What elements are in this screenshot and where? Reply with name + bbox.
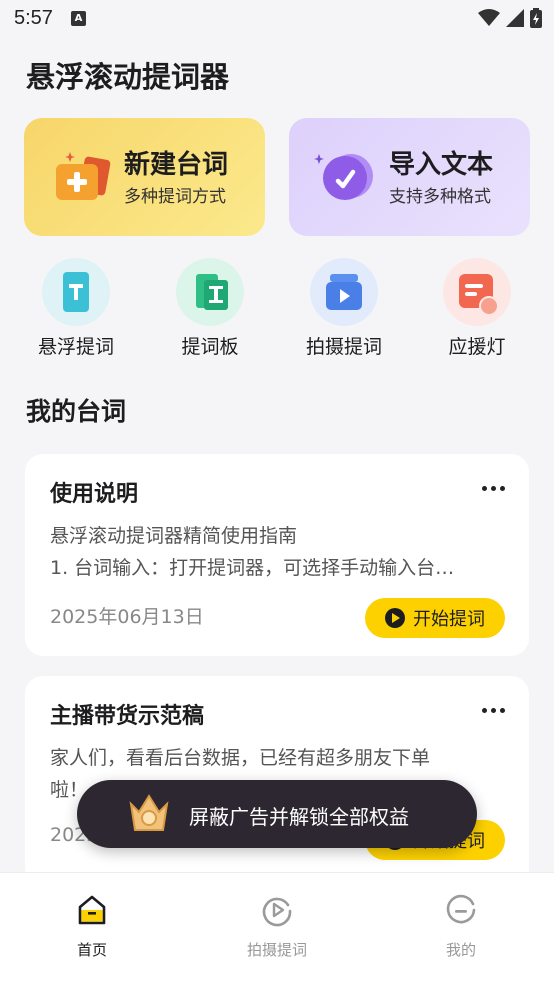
- play-circle-icon: [262, 897, 292, 927]
- script-card[interactable]: 使用说明 悬浮滚动提词器精简使用指南 1. 台词输入：打开提词器，可选择手动输入…: [25, 454, 529, 656]
- status-bar: 5:57 A: [0, 0, 554, 36]
- script-preview-line: 悬浮滚动提词器精简使用指南: [50, 525, 298, 547]
- quick-camera-prompt[interactable]: 拍摄提词: [289, 258, 399, 359]
- quick-floating-prompt[interactable]: 悬浮提词: [21, 258, 131, 359]
- page-title: 悬浮滚动提词器: [26, 60, 230, 94]
- battery-icon: [530, 8, 542, 28]
- import-check-icon: [314, 154, 373, 200]
- floating-text-icon: [42, 258, 110, 326]
- notification-a-icon: A: [70, 10, 86, 26]
- section-title-my-scripts: 我的台词: [26, 397, 127, 426]
- start-prompt-label: 开始提词: [413, 609, 485, 630]
- quick-prompt-board[interactable]: 提词板: [155, 258, 265, 359]
- tab-home[interactable]: 首页: [32, 893, 152, 960]
- quick-cheer-light[interactable]: 应援灯: [422, 258, 532, 359]
- script-preview: 悬浮滚动提词器精简使用指南 1. 台词输入：打开提词器，可选择手动输入台…: [50, 520, 502, 584]
- bottom-tab-bar: 首页 拍摄提词 我的: [0, 872, 554, 984]
- prompt-board-icon: [176, 258, 244, 326]
- status-indicators: [478, 8, 542, 28]
- quick-prompt-board-label: 提词板: [181, 336, 239, 358]
- script-title: 使用说明: [50, 482, 139, 507]
- plus-icon: [56, 152, 111, 200]
- tab-profile[interactable]: 我的: [401, 893, 521, 960]
- status-time: 5:57: [14, 6, 53, 29]
- tab-camera-prompt[interactable]: 拍摄提词: [217, 893, 337, 960]
- new-script-subtitle: 多种提词方式: [124, 187, 226, 207]
- script-preview-line: 1. 台词输入：打开提词器，可选择手动输入台…: [50, 557, 455, 579]
- tab-home-label: 首页: [76, 941, 107, 959]
- home-icon: [78, 895, 106, 925]
- remove-ads-banner[interactable]: 屏蔽广告并解锁全部权益: [77, 780, 477, 848]
- quick-floating-prompt-label: 悬浮提词: [37, 336, 114, 358]
- import-text-title: 导入文本: [389, 150, 494, 180]
- new-script-card[interactable]: 新建台词 多种提词方式: [24, 118, 265, 236]
- wifi-icon: [478, 9, 500, 26]
- import-text-card[interactable]: 导入文本 支持多种格式: [289, 118, 530, 236]
- quick-actions: 悬浮提词 提词板 拍摄提词 应援灯: [0, 258, 554, 358]
- quick-camera-prompt-label: 拍摄提词: [305, 336, 382, 358]
- tab-profile-label: 我的: [445, 941, 476, 959]
- tab-camera-prompt-label: 拍摄提词: [246, 941, 307, 959]
- script-date: 2025年06月13日: [50, 606, 204, 628]
- more-options-icon[interactable]: [475, 476, 511, 500]
- script-title: 主播带货示范稿: [50, 704, 205, 729]
- script-preview-line: 家人们，看看后台数据，已经有超多朋友下单: [50, 747, 431, 769]
- more-options-icon[interactable]: [475, 698, 511, 722]
- signal-icon: [506, 9, 524, 27]
- cheer-light-icon: [443, 258, 511, 326]
- new-script-title: 新建台词: [124, 150, 229, 180]
- quick-cheer-light-label: 应援灯: [448, 336, 506, 358]
- crown-badge-icon: [129, 794, 169, 831]
- camera-prompt-icon: [310, 258, 378, 326]
- remove-ads-text: 屏蔽广告并解锁全部权益: [189, 805, 409, 829]
- profile-icon: [446, 894, 476, 924]
- start-prompt-button[interactable]: 开始提词: [365, 598, 505, 638]
- import-text-subtitle: 支持多种格式: [389, 187, 491, 207]
- play-icon: [385, 608, 405, 628]
